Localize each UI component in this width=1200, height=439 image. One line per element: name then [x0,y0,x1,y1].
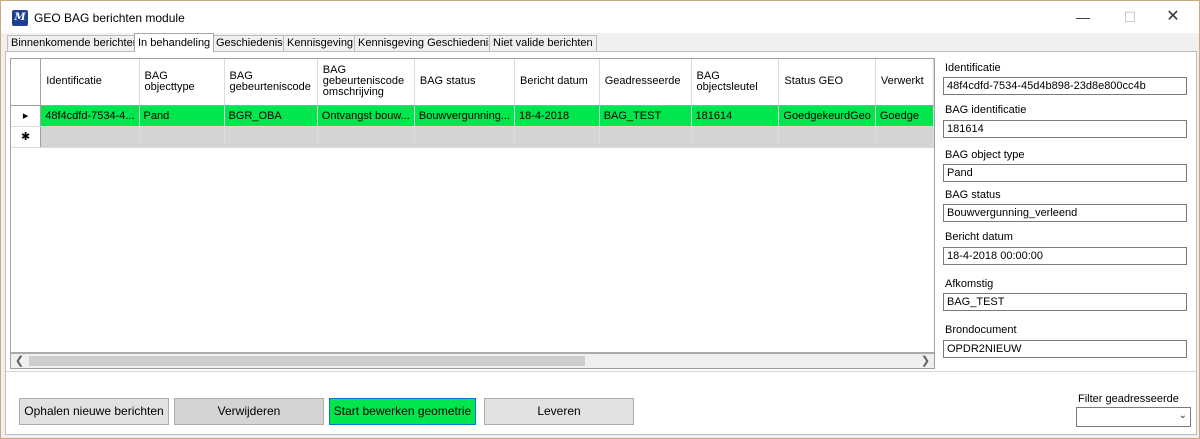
window-title: GEO BAG berichten module [34,11,185,25]
column-header-bag-objecttype[interactable]: BAG objecttype [139,59,225,106]
table-cell[interactable]: GoedgekeurdGeo [778,105,876,127]
column-header-verwerkt[interactable]: Verwerkt [875,59,934,106]
table-cell[interactable] [40,126,140,148]
table-cell[interactable] [514,126,600,148]
table-cell[interactable]: Pand [139,105,225,127]
table-cell[interactable] [139,126,225,148]
divider [6,371,1196,372]
brondocument-label: Brondocument [945,324,1017,336]
bag-identificatie-field[interactable]: 181614 [943,120,1187,138]
scroll-left-icon[interactable]: ❮ [11,354,28,368]
table-cell[interactable] [317,126,415,148]
tab-kennisgeving[interactable]: Kennisgeving [283,35,358,52]
scroll-right-icon[interactable]: ❯ [917,354,934,368]
column-header-geadresseerde[interactable]: Geadresseerde [599,59,692,106]
verwijderen-button[interactable]: Verwijderen [174,398,324,425]
bag-status-label: BAG status [945,189,1001,201]
grid-body: Identificatie BAG objecttype BAG gebeurt… [11,59,934,352]
column-header-bag-gebeurteniscode-omschrijving[interactable]: BAG gebeurteniscode omschrijving [317,59,415,106]
start-bewerken-geometrie-button[interactable]: Start bewerken geometrie [329,398,476,425]
maximize-icon[interactable]: ☐ [1108,1,1152,33]
main-window: M GEO BAG berichten module — ☐ ✕ Binnenk… [0,0,1200,439]
table-cell[interactable] [875,126,934,148]
bag-identificatie-label: BAG identificatie [945,104,1027,116]
bericht-datum-field[interactable]: 18-4-2018 00:00:00 [943,247,1187,265]
title-bar[interactable]: M GEO BAG berichten module — ☐ ✕ [1,1,1199,33]
scrollbar-thumb[interactable] [29,356,585,366]
identificatie-field[interactable]: 48f4cdfd-7534-45d4b898-23d8e800cc4b [943,77,1187,95]
berichten-grid[interactable]: Identificatie BAG objecttype BAG gebeurt… [10,58,935,369]
table-cell[interactable] [224,126,318,148]
bag-status-field[interactable]: Bouwvergunning_verleend [943,204,1187,222]
horizontal-scrollbar[interactable]: ❮ ❯ [11,354,934,368]
table-cell[interactable]: Goedge [875,105,934,127]
table-cell[interactable]: BAG_TEST [599,105,692,127]
table-cell[interactable] [599,126,692,148]
column-header-bag-objectsleutel[interactable]: BAG objectsleutel [691,59,780,106]
table-cell[interactable]: 18-4-2018 [514,105,600,127]
table-cell[interactable]: BGR_OBA [224,105,318,127]
column-header-status-geo[interactable]: Status GEO [778,59,876,106]
grid-table: Identificatie BAG objecttype BAG gebeurt… [11,59,934,148]
afkomstig-label: Afkomstig [945,278,994,290]
tab-binnenkomende-berichten[interactable]: Binnenkomende berichten [7,35,143,52]
column-header-bag-status[interactable]: BAG status [414,59,515,106]
tab-niet-valide-berichten[interactable]: Niet valide berichten [489,35,597,52]
table-cell[interactable] [414,126,515,148]
leveren-button[interactable]: Leveren [484,398,634,425]
table-cell[interactable]: Bouwvergunning... [414,105,515,127]
brondocument-field[interactable]: OPDR2NIEUW [943,340,1187,358]
filter-geadresseerde-select[interactable]: ⌄ [1076,407,1191,427]
grid-corner-header[interactable] [11,59,42,106]
close-icon[interactable]: ✕ [1151,1,1195,33]
table-cell[interactable] [691,126,780,148]
ophalen-nieuwe-berichten-button[interactable]: Ophalen nieuwe berichten [19,398,169,425]
table-cell[interactable]: 181614 [691,105,780,127]
bericht-datum-label: Bericht datum [945,231,1013,243]
column-header-bag-gebeurteniscode[interactable]: BAG gebeurteniscode [224,59,318,106]
app-map-icon: M [12,10,28,26]
new-row-icon[interactable]: ✱ [11,126,42,148]
tab-geschiedenis[interactable]: Geschiedenis [212,35,287,52]
tab-in-behandeling[interactable]: In behandeling [134,33,215,52]
minimize-icon[interactable]: — [1061,1,1105,33]
filter-geadresseerde-label: Filter geadresseerde [1078,393,1179,405]
table-cell[interactable] [778,126,876,148]
bag-object-type-label: BAG object type [945,149,1025,161]
identificatie-label: Identificatie [945,62,1001,74]
column-header-bericht-datum[interactable]: Bericht datum [514,59,600,106]
chevron-down-icon[interactable]: ⌄ [1179,410,1187,421]
afkomstig-field[interactable]: BAG_TEST [943,293,1187,311]
column-header-identificatie[interactable]: Identificatie [40,59,140,106]
table-row[interactable]: ▸ 48f4cdfd-7534-4... Pand BGR_OBA Ontvan… [11,105,934,127]
bag-object-type-field[interactable]: Pand [943,164,1187,182]
table-cell[interactable]: 48f4cdfd-7534-4... [40,105,140,127]
row-selector-icon[interactable]: ▸ [11,105,42,127]
tab-kennisgeving-geschiedenis[interactable]: Kennisgeving Geschiedenis [354,35,498,52]
table-cell[interactable]: Ontvangst bouw... [317,105,415,127]
new-row[interactable]: ✱ [11,126,934,148]
